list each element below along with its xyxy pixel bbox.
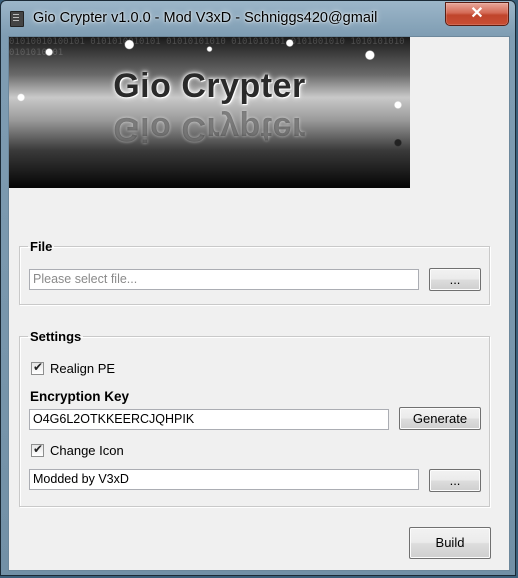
file-group-legend: File: [30, 239, 53, 254]
realign-pe-label[interactable]: Realign PE: [50, 361, 115, 376]
app-window: Gio Crypter v1.0.0 - Mod V3xD - Schniggs…: [0, 0, 516, 576]
title-bar[interactable]: Gio Crypter v1.0.0 - Mod V3xD - Schniggs…: [1, 1, 515, 35]
icon-path-input[interactable]: Modded by V3xD: [29, 469, 419, 490]
client-area: Gio Crypter Gio Crypter File Please sele…: [8, 36, 510, 571]
close-button[interactable]: ✕: [445, 2, 509, 26]
close-icon: ✕: [470, 5, 484, 22]
banner-title-reflection: Gio Crypter: [113, 110, 306, 148]
file-path-input[interactable]: Please select file...: [29, 269, 419, 290]
encryption-key-input[interactable]: O4G6L2OTKKEERCJQHPIK: [29, 409, 389, 430]
banner-title: Gio Crypter: [113, 67, 306, 105]
browse-icon-button[interactable]: ...: [429, 469, 481, 492]
generate-key-button[interactable]: Generate: [399, 407, 481, 430]
change-icon-checkbox[interactable]: [31, 442, 44, 457]
browse-file-button[interactable]: ...: [429, 268, 481, 291]
window-title: Gio Crypter v1.0.0 - Mod V3xD - Schniggs…: [33, 10, 378, 26]
banner-image: Gio Crypter Gio Crypter: [9, 37, 410, 188]
build-button[interactable]: Build: [409, 527, 491, 559]
encryption-key-label: Encryption Key: [30, 389, 130, 404]
app-icon: [10, 11, 24, 27]
settings-group-legend: Settings: [30, 329, 82, 344]
change-icon-label[interactable]: Change Icon: [50, 443, 124, 458]
realign-pe-checkbox[interactable]: [31, 360, 44, 375]
